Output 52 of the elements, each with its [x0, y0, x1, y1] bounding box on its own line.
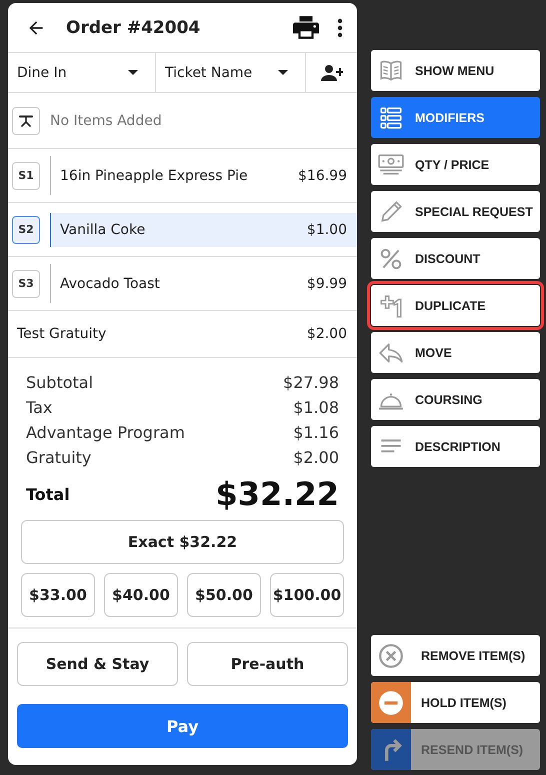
action-button[interactable]: DUPLICATE: [371, 285, 540, 326]
printer-icon: [293, 16, 319, 40]
grand-total-amount: $32.22: [216, 474, 339, 514]
action-button[interactable]: Send & Stay: [17, 642, 178, 686]
seat-badge[interactable]: S2: [12, 216, 40, 244]
action-button[interactable]: SHOW MENU: [371, 50, 540, 91]
action-button[interactable]: COURSING: [371, 379, 540, 420]
empty-seat-text: No Items Added: [50, 112, 162, 128]
total-amount: $2.00: [293, 447, 339, 469]
more-icon: [337, 18, 343, 38]
total-label: Gratuity: [26, 447, 92, 469]
minus-circle-icon: [378, 690, 404, 716]
cash-icon: [377, 152, 405, 178]
gratuity-label: Test Gratuity: [17, 326, 106, 342]
order-item[interactable]: 16in Pineapple Express Pie $16.99: [50, 156, 357, 195]
quick-amount-button[interactable]: $50.00: [187, 573, 261, 617]
caret-icon: [278, 70, 288, 75]
action-button[interactable]: MOVE: [371, 332, 540, 373]
table-icon: [19, 114, 33, 126]
order-item[interactable]: Vanilla Coke $1.00: [50, 213, 357, 247]
quick-amount-button[interactable]: $40.00: [104, 573, 178, 617]
order-item[interactable]: Avocado Toast $9.99: [50, 264, 357, 303]
action-button[interactable]: DISCOUNT: [371, 238, 540, 279]
seat-badge[interactable]: S1: [12, 162, 40, 190]
seat-badge[interactable]: S3: [12, 270, 40, 298]
gratuity-amount: $2.00: [306, 326, 347, 342]
exact-amount-button[interactable]: Exact $32.22: [21, 520, 344, 564]
action-button[interactable]: MODIFIERS: [371, 97, 540, 138]
dropdown[interactable]: Dine In: [8, 53, 156, 92]
action-button[interactable]: Pre-auth: [187, 642, 348, 686]
total-amount: $1.16: [293, 422, 339, 444]
table-badge[interactable]: [12, 106, 40, 134]
grand-total-label: Total: [26, 484, 70, 506]
item-action-button[interactable]: REMOVE ITEM(S): [371, 635, 540, 676]
action-button[interactable]: DESCRIPTION: [371, 426, 540, 467]
person-add-icon: [320, 64, 342, 80]
total-amount: $1.08: [293, 397, 339, 419]
quick-amount-button[interactable]: $33.00: [21, 573, 95, 617]
dropdown[interactable]: Ticket Name: [156, 53, 306, 92]
total-amount: $27.98: [283, 372, 339, 394]
order-title: Order #42004: [66, 18, 202, 38]
caret-icon: [128, 70, 138, 75]
total-label: Advantage Program: [26, 422, 185, 444]
total-label: Tax: [26, 397, 52, 419]
item-action-button[interactable]: HOLD ITEM(S): [371, 682, 540, 723]
quick-amount-button[interactable]: $100.00: [270, 573, 344, 617]
item-action-button: RESEND ITEM(S): [371, 729, 540, 770]
total-label: Subtotal: [26, 372, 94, 394]
action-button[interactable]: SPECIAL REQUEST: [371, 191, 540, 232]
pay-button[interactable]: Pay: [17, 704, 348, 748]
action-button[interactable]: QTY / PRICE: [371, 144, 540, 185]
close-circle-icon: [378, 642, 404, 668]
